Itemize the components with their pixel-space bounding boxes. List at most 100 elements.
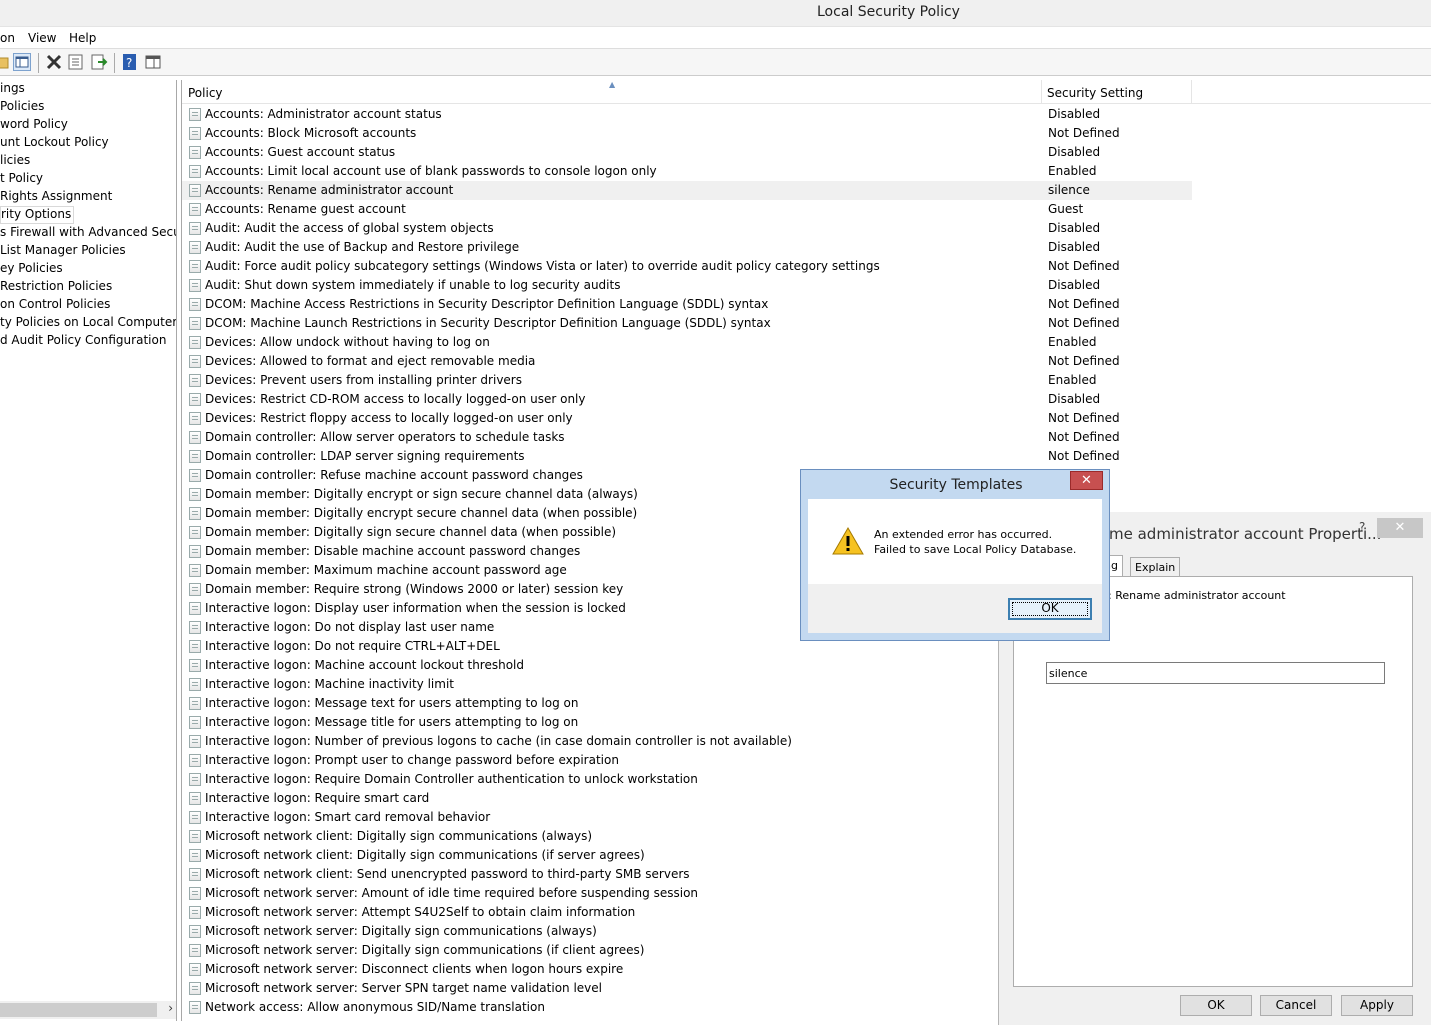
table-row[interactable]: Domain controller: LDAP server signing r… <box>182 447 1192 466</box>
help-icon[interactable]: ? <box>121 53 139 71</box>
policy-name: Accounts: Guest account status <box>205 145 396 159</box>
policy-name: Devices: Restrict floppy access to local… <box>205 411 573 425</box>
tree-item[interactable]: s Firewall with Advanced Security <box>0 225 176 243</box>
column-header-security-setting[interactable]: Security Setting <box>1047 86 1143 100</box>
close-button[interactable]: ✕ <box>1070 471 1103 490</box>
table-row[interactable]: Accounts: Guest account status Disabled <box>182 143 1192 162</box>
tree-item[interactable]: ey Policies <box>0 261 63 279</box>
apply-button[interactable]: Apply <box>1341 995 1413 1016</box>
policy-name: Interactive logon: Machine inactivity li… <box>205 677 454 691</box>
tree-item[interactable]: on Control Policies <box>0 297 110 315</box>
security-setting: Not Defined <box>1048 411 1120 425</box>
policy-name: Domain controller: Allow server operator… <box>205 430 565 444</box>
cancel-button[interactable]: Cancel <box>1260 995 1332 1016</box>
table-row[interactable]: DCOM: Machine Access Restrictions in Sec… <box>182 295 1192 314</box>
policy-name: Devices: Restrict CD-ROM access to local… <box>205 392 586 406</box>
tree-item[interactable]: Policies <box>0 99 44 117</box>
table-row[interactable]: DCOM: Machine Launch Restrictions in Sec… <box>182 314 1192 333</box>
column-divider[interactable] <box>1191 80 1192 104</box>
menu-view[interactable]: View <box>28 31 56 45</box>
folder-icon[interactable] <box>0 53 12 71</box>
account-name-input[interactable] <box>1046 662 1385 684</box>
export-list-icon[interactable] <box>90 53 108 71</box>
policy-name: Interactive logon: Prompt user to change… <box>205 753 619 767</box>
policy-name: Audit: Audit the use of Backup and Resto… <box>205 240 520 254</box>
tree-item[interactable]: d Audit Policy Configuration <box>0 333 166 351</box>
policy-icon <box>189 773 201 786</box>
toolbar-separator <box>114 53 115 73</box>
tree-item[interactable]: List Manager Policies <box>0 243 126 261</box>
menu-help[interactable]: Help <box>69 31 96 45</box>
scrollbar-thumb[interactable] <box>0 1003 157 1017</box>
tree-item[interactable]: word Policy <box>0 117 68 135</box>
security-setting: Not Defined <box>1048 316 1120 330</box>
table-row[interactable]: Domain controller: Allow server operator… <box>182 428 1192 447</box>
policy-icon <box>189 545 201 558</box>
menu-bar: on View Help <box>0 26 1431 48</box>
tree-item[interactable]: Restriction Policies <box>0 279 112 297</box>
tree-item[interactable]: ty Policies on Local Computer <box>0 315 176 333</box>
table-row[interactable]: Devices: Allow undock without having to … <box>182 333 1192 352</box>
tree-item-security-options[interactable]: rity Options <box>0 206 75 224</box>
show-hide-tree-button[interactable] <box>13 53 31 71</box>
tree-item[interactable]: Rights Assignment <box>0 189 112 207</box>
table-row[interactable]: Audit: Audit the access of global system… <box>182 219 1192 238</box>
policy-icon <box>189 849 201 862</box>
scroll-right-icon[interactable]: › <box>168 1001 173 1015</box>
policy-icon <box>189 963 201 976</box>
toolbar-separator <box>38 53 39 73</box>
policy-name: Devices: Prevent users from installing p… <box>205 373 522 387</box>
policy-name: Interactive logon: Require Domain Contro… <box>205 772 698 786</box>
dialog-footer: OK <box>808 584 1102 633</box>
ok-button[interactable]: OK <box>1180 995 1252 1016</box>
column-divider[interactable] <box>1041 80 1042 104</box>
table-row[interactable]: Devices: Allowed to format and eject rem… <box>182 352 1192 371</box>
tree-item[interactable]: t Policy <box>0 171 43 189</box>
policy-icon <box>189 184 201 197</box>
policy-name: Accounts: Rename guest account <box>205 202 406 216</box>
tree-item[interactable]: licies <box>0 153 30 171</box>
tab-explain[interactable]: Explain <box>1130 557 1181 577</box>
policy-icon <box>189 659 201 672</box>
policy-icon <box>189 830 201 843</box>
table-row[interactable]: Devices: Restrict CD-ROM access to local… <box>182 390 1192 409</box>
security-setting: Not Defined <box>1048 126 1120 140</box>
table-row[interactable]: Devices: Restrict floppy access to local… <box>182 409 1192 428</box>
policy-name: DCOM: Machine Access Restrictions in Sec… <box>205 297 769 311</box>
table-row[interactable]: Accounts: Rename guest account Guest <box>182 200 1192 219</box>
security-setting: Disabled <box>1048 107 1101 121</box>
table-row[interactable]: Audit: Force audit policy subcategory se… <box>182 257 1192 276</box>
policy-icon <box>189 925 201 938</box>
policy-name: Interactive logon: Display user informat… <box>205 601 626 615</box>
table-row[interactable]: Audit: Shut down system immediately if u… <box>182 276 1192 295</box>
table-row[interactable]: Devices: Prevent users from installing p… <box>182 371 1192 390</box>
table-row[interactable]: Accounts: Block Microsoft accounts Not De… <box>182 124 1192 143</box>
ok-button[interactable]: OK <box>1008 598 1092 620</box>
policy-icon <box>189 279 201 292</box>
properties-icon[interactable] <box>67 53 85 71</box>
table-row[interactable]: Accounts: Administrator account status Di… <box>182 105 1192 124</box>
tree-pane: ings Policies word Policy unt Lockout Po… <box>0 80 177 1021</box>
tree-item[interactable]: unt Lockout Policy <box>0 135 109 153</box>
policy-name: Microsoft network client: Digitally sign… <box>205 829 593 843</box>
table-row[interactable]: Audit: Audit the use of Backup and Resto… <box>182 238 1192 257</box>
policy-name: Domain member: Require strong (Windows 2… <box>205 582 624 596</box>
dialog-title: Security Templates <box>889 477 1023 493</box>
menu-action[interactable]: on <box>0 31 15 45</box>
show-action-pane-icon[interactable] <box>144 53 162 71</box>
policy-name: Microsoft network server: Amount of idle… <box>205 886 699 900</box>
policy-icon <box>189 450 201 463</box>
policy-icon <box>189 488 201 501</box>
delete-icon[interactable] <box>45 53 63 71</box>
help-button[interactable]: ? <box>1359 520 1365 534</box>
policy-icon <box>189 241 201 254</box>
close-button[interactable]: ✕ <box>1377 518 1423 538</box>
horizontal-scrollbar[interactable]: › <box>0 1001 176 1019</box>
security-setting: Not Defined <box>1048 259 1120 273</box>
table-row[interactable]: Accounts: Limit local account use of bla… <box>182 162 1192 181</box>
table-row[interactable]: Accounts: Rename administrator account si… <box>182 181 1192 200</box>
policy-name: Interactive logon: Do not display last u… <box>205 620 495 634</box>
policy-name: Interactive logon: Require smart card <box>205 791 430 805</box>
column-header-policy[interactable]: Policy <box>188 86 223 100</box>
tree-item[interactable]: ings <box>0 81 25 99</box>
